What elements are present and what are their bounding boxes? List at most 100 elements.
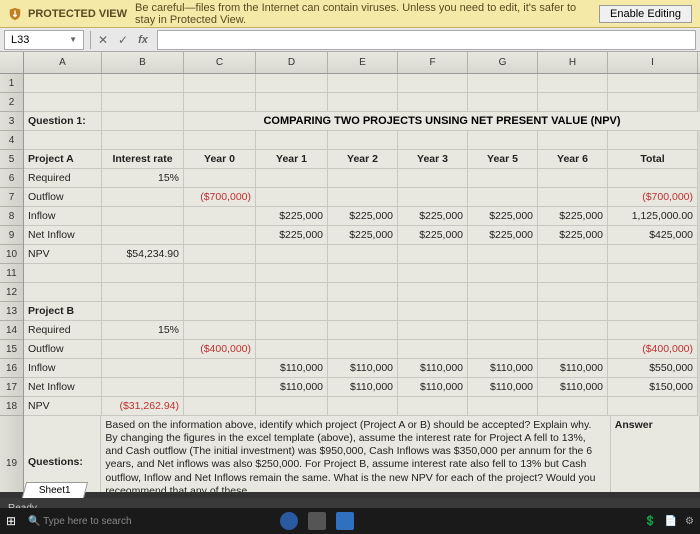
cell[interactable]: $225,000 (328, 207, 398, 226)
cell[interactable] (102, 188, 184, 207)
cell[interactable] (256, 131, 328, 150)
row-header[interactable]: 10 (0, 245, 23, 264)
cell[interactable] (538, 74, 608, 93)
cell[interactable] (256, 302, 328, 321)
cell[interactable]: $110,000 (538, 359, 608, 378)
row-header[interactable]: 9 (0, 226, 23, 245)
cell[interactable]: $150,000 (608, 378, 698, 397)
cell[interactable]: $110,000 (468, 378, 538, 397)
cell[interactable] (538, 131, 608, 150)
cell[interactable] (398, 169, 468, 188)
cell[interactable]: $110,000 (538, 378, 608, 397)
cell[interactable]: ($700,000) (184, 188, 256, 207)
cell[interactable] (184, 226, 256, 245)
cell[interactable] (328, 74, 398, 93)
select-all-corner[interactable] (0, 52, 23, 74)
taskbar-search[interactable]: 🔍 Type here to search (28, 516, 168, 527)
cell[interactable] (328, 93, 398, 112)
cell[interactable]: Required (24, 321, 102, 340)
cell[interactable] (184, 283, 256, 302)
cell[interactable] (184, 169, 256, 188)
cell[interactable] (328, 397, 398, 416)
cell[interactable] (538, 169, 608, 188)
cell[interactable] (256, 397, 328, 416)
fx-icon[interactable]: fx (133, 30, 153, 50)
cell[interactable]: $425,000 (608, 226, 698, 245)
cell[interactable]: $225,000 (398, 207, 468, 226)
cell[interactable] (608, 245, 698, 264)
cell[interactable] (184, 397, 256, 416)
cell[interactable] (184, 264, 256, 283)
cell[interactable]: Interest rate (102, 150, 184, 169)
cell[interactable] (468, 245, 538, 264)
cell[interactable]: $550,000 (608, 359, 698, 378)
cell[interactable] (184, 93, 256, 112)
cell[interactable] (24, 74, 102, 93)
cell[interactable] (608, 397, 698, 416)
sheet-tab[interactable]: Sheet1 (22, 482, 88, 498)
cell[interactable]: Net Inflow (24, 378, 102, 397)
cell[interactable] (398, 93, 468, 112)
cell[interactable] (184, 378, 256, 397)
cell[interactable] (256, 340, 328, 359)
col-header[interactable]: E (328, 52, 398, 73)
cell-questions-text[interactable]: Based on the information above, identify… (101, 416, 610, 492)
row-header[interactable]: 13 (0, 302, 23, 321)
cell[interactable] (184, 245, 256, 264)
cell[interactable] (608, 93, 698, 112)
cell[interactable]: NPV (24, 245, 102, 264)
cell[interactable] (328, 131, 398, 150)
cell[interactable] (608, 74, 698, 93)
cell[interactable] (538, 93, 608, 112)
task-view-icon[interactable] (308, 512, 326, 530)
cell[interactable]: $225,000 (256, 226, 328, 245)
cell[interactable] (256, 74, 328, 93)
cell[interactable]: 1,125,000.00 (608, 207, 698, 226)
col-header[interactable]: A (24, 52, 102, 73)
cell[interactable] (328, 169, 398, 188)
cell[interactable] (538, 321, 608, 340)
row-header[interactable]: 2 (0, 93, 23, 112)
cell[interactable] (538, 397, 608, 416)
cell[interactable]: $110,000 (328, 359, 398, 378)
row-header[interactable]: 15 (0, 340, 23, 359)
cell[interactable]: $225,000 (468, 207, 538, 226)
accept-formula-icon[interactable]: ✓ (113, 30, 133, 50)
cell[interactable] (398, 188, 468, 207)
cell[interactable]: $110,000 (328, 378, 398, 397)
cell[interactable] (468, 93, 538, 112)
cell[interactable] (398, 302, 468, 321)
cell[interactable] (102, 264, 184, 283)
cancel-formula-icon[interactable]: ✕ (93, 30, 113, 50)
cell[interactable] (468, 264, 538, 283)
cell[interactable]: $225,000 (538, 226, 608, 245)
cell[interactable]: Total (608, 150, 698, 169)
formula-input[interactable] (157, 30, 696, 50)
col-header[interactable]: B (102, 52, 184, 73)
cell[interactable] (538, 340, 608, 359)
cell[interactable]: Answer (611, 416, 700, 492)
cell[interactable] (328, 302, 398, 321)
cell[interactable] (184, 207, 256, 226)
cell[interactable] (24, 283, 102, 302)
cell[interactable] (538, 188, 608, 207)
row-header[interactable]: 16 (0, 359, 23, 378)
col-header[interactable]: F (398, 52, 468, 73)
cell[interactable] (468, 283, 538, 302)
cell[interactable]: Outflow (24, 340, 102, 359)
cell[interactable]: $225,000 (538, 207, 608, 226)
cell[interactable]: Outflow (24, 188, 102, 207)
row-header[interactable]: 17 (0, 378, 23, 397)
tray-icon[interactable]: ⚙ (685, 516, 694, 527)
cell[interactable]: Project A (24, 150, 102, 169)
cell[interactable]: 15% (102, 169, 184, 188)
col-header[interactable]: G (468, 52, 538, 73)
cell[interactable]: Year 1 (256, 150, 328, 169)
cell[interactable]: $225,000 (328, 226, 398, 245)
cell[interactable] (184, 74, 256, 93)
cell[interactable] (398, 397, 468, 416)
cell[interactable] (102, 112, 184, 131)
cell[interactable] (256, 188, 328, 207)
row-header[interactable]: 19 (0, 416, 23, 511)
cell[interactable] (538, 302, 608, 321)
